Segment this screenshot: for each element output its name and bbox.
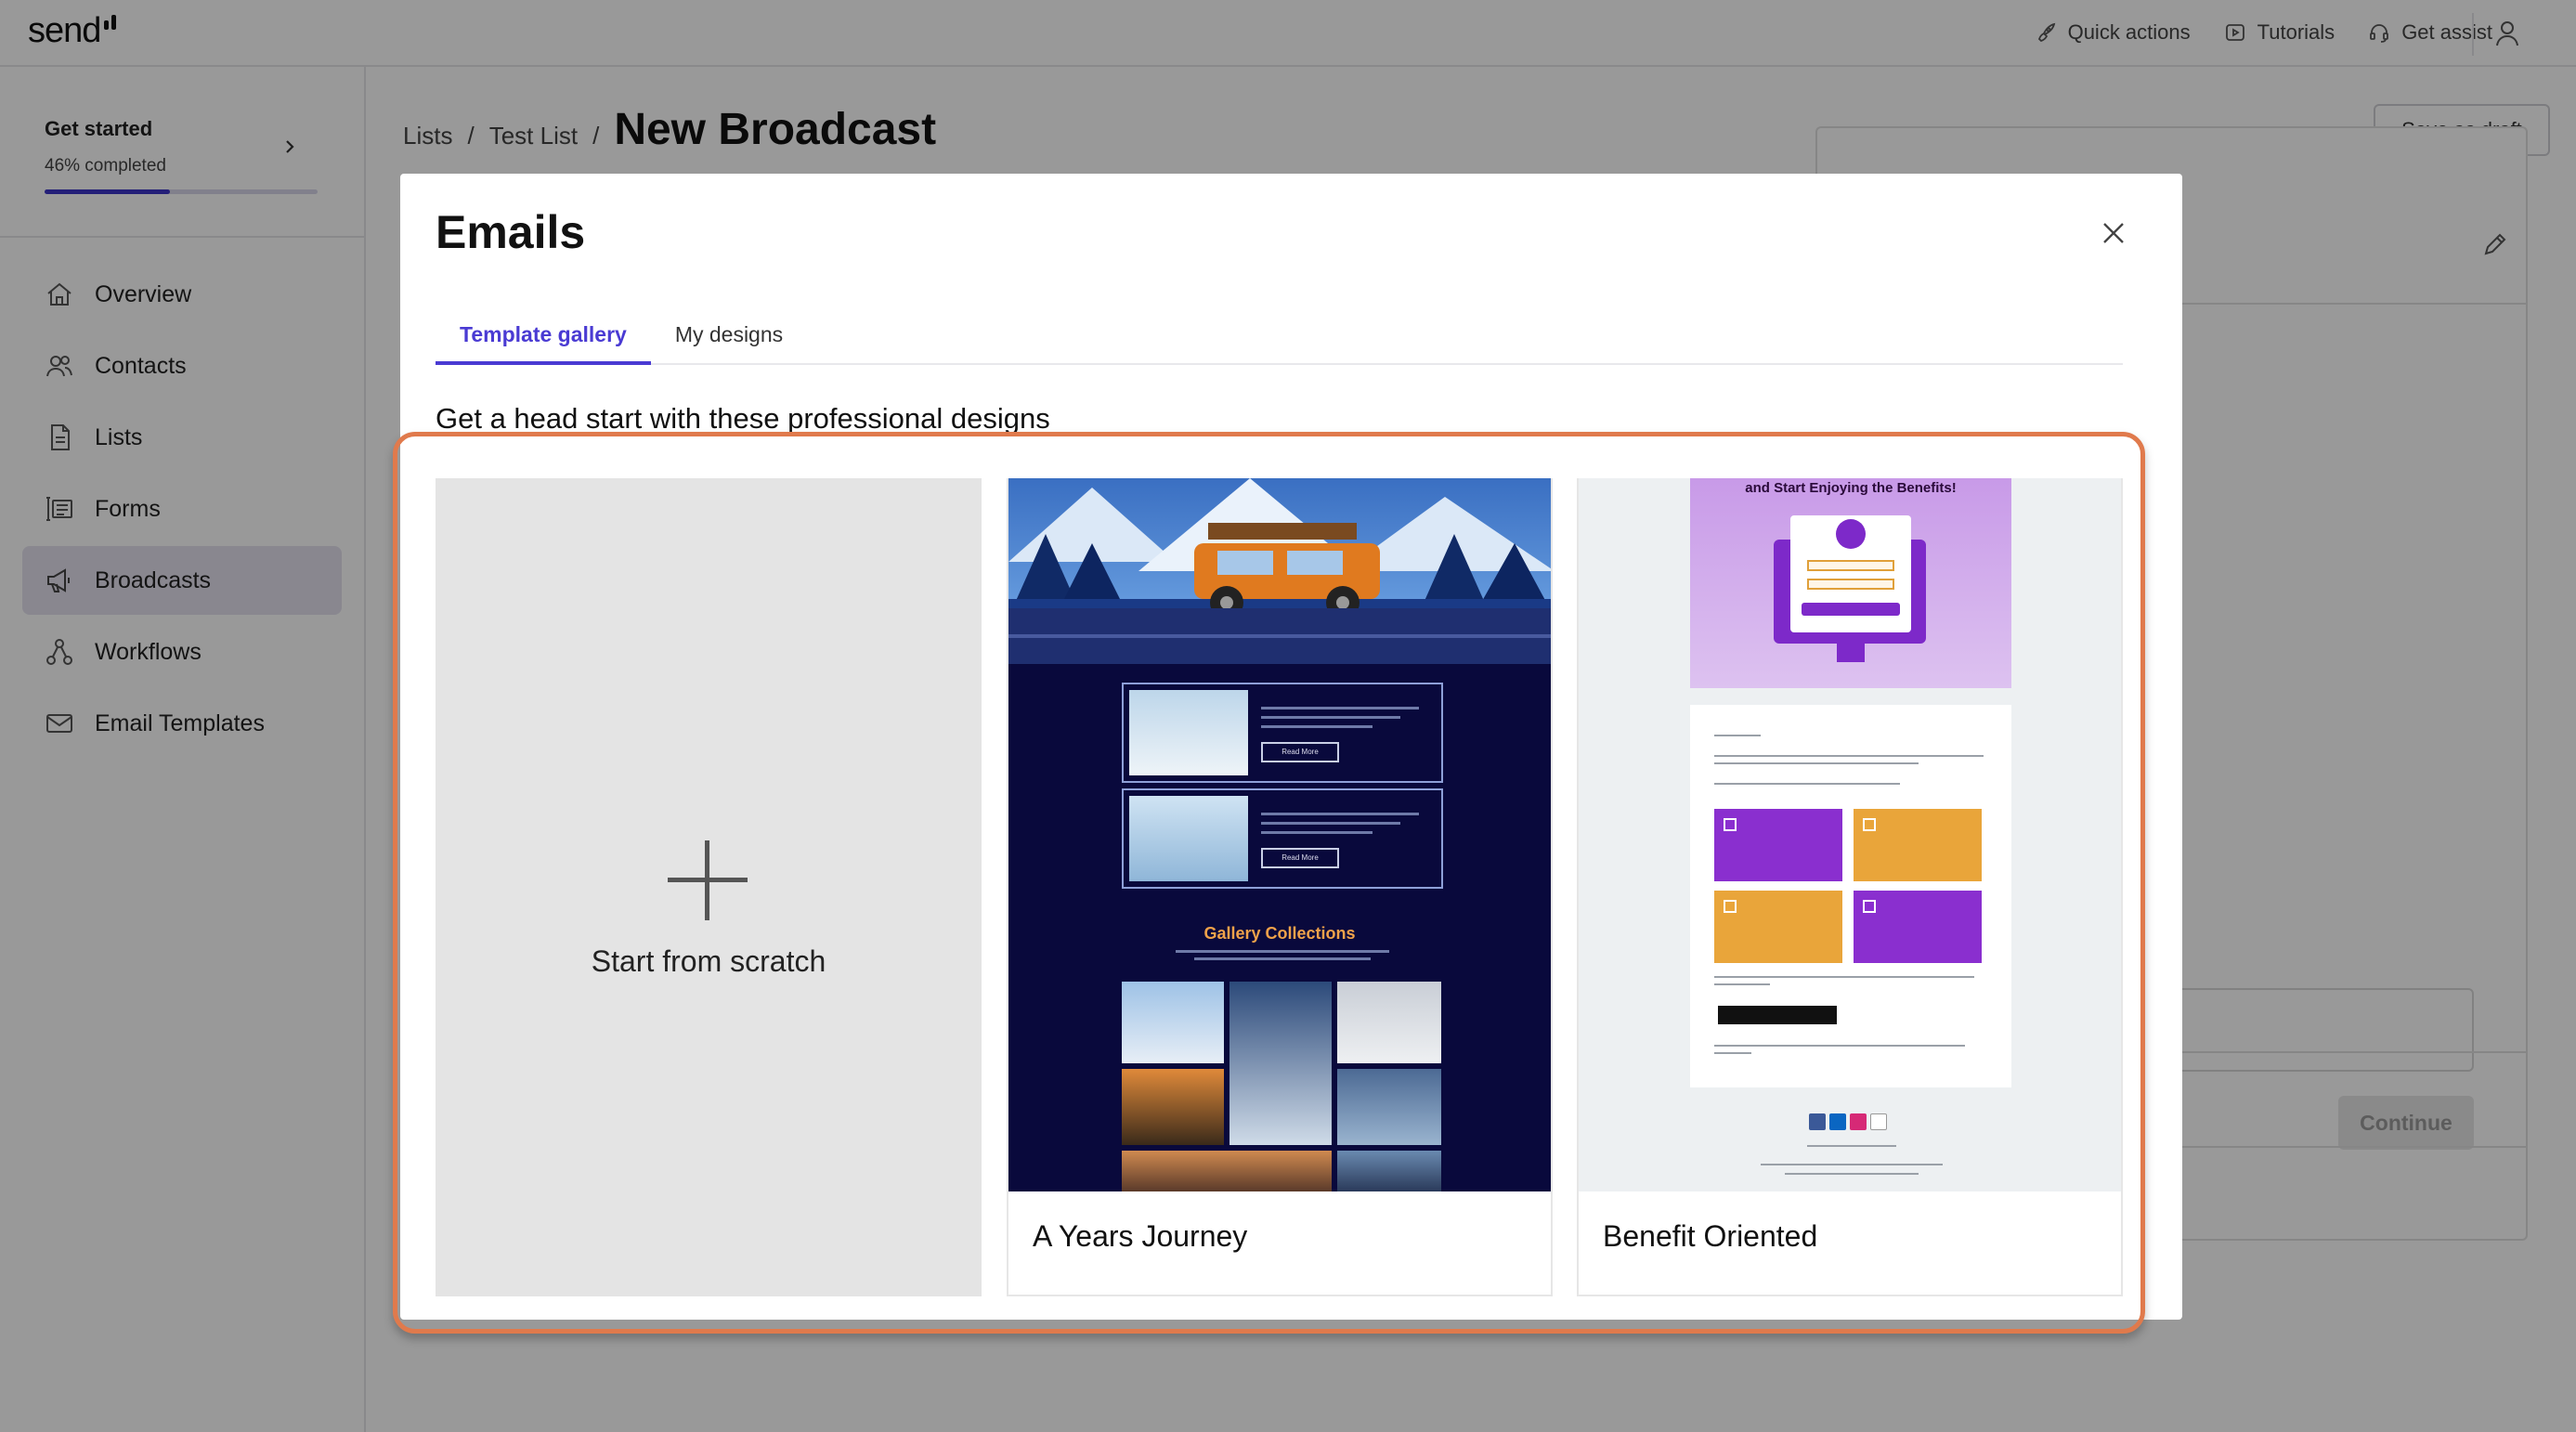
close-icon[interactable] <box>2099 218 2128 248</box>
modal-subtitle: Get a head start with these professional… <box>436 402 1050 435</box>
modal-tabs: Template gallery My designs <box>436 313 2123 365</box>
gallery-highlight-frame <box>393 432 2145 1334</box>
tab-template-gallery[interactable]: Template gallery <box>436 313 651 365</box>
tab-my-designs[interactable]: My designs <box>651 313 807 365</box>
modal-title: Emails <box>436 206 586 258</box>
